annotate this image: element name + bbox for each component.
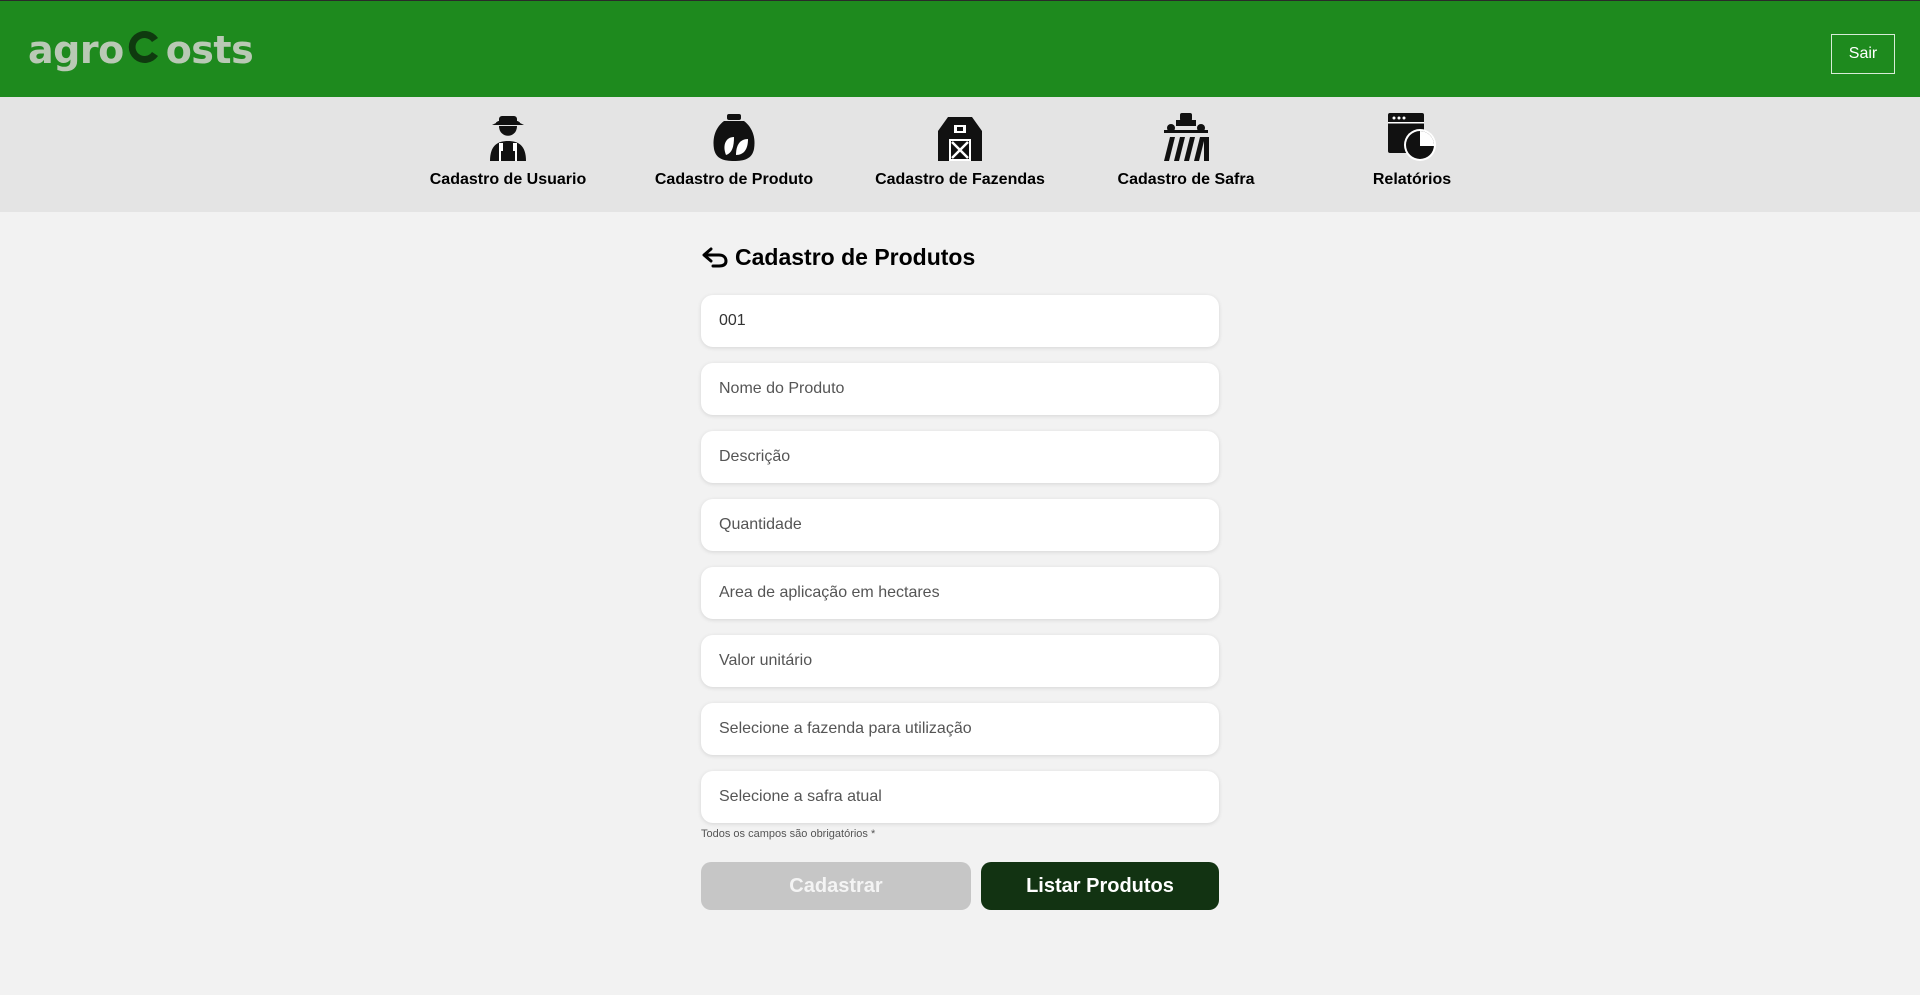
logo-text-agro: agro [28, 28, 124, 72]
logo-text-osts: osts [165, 28, 254, 72]
logo-c-icon [125, 27, 165, 67]
form-actions: Cadastrar Listar Produtos [701, 862, 1219, 910]
farm-select-field[interactable] [701, 703, 1219, 755]
form-header: Cadastro de Produtos [701, 237, 1219, 277]
unit-value-field[interactable] [701, 635, 1219, 687]
nav-item-label: Cadastro de Produto [654, 171, 814, 188]
quantity-field[interactable] [701, 499, 1219, 551]
agrocosts-logo[interactable]: agro osts [28, 27, 254, 75]
nav-item-label: Cadastro de Safra [1117, 171, 1255, 188]
harvest-select-field[interactable] [701, 771, 1219, 823]
nav-item-relatorios[interactable]: Relatórios [1317, 111, 1507, 189]
report-chart-icon [1388, 113, 1436, 161]
area-hectares-field[interactable] [701, 567, 1219, 619]
nav-item-cadastro-usuario[interactable]: Cadastro de Usuario [413, 111, 603, 189]
nav-item-label: Relatórios [1372, 171, 1452, 188]
product-code-field[interactable] [701, 295, 1219, 347]
back-arrow-icon[interactable] [701, 243, 729, 271]
main-nav: Cadastro de Usuario Cadastro de Produto … [0, 97, 1920, 212]
nav-item-label: Cadastro de Usuario [429, 171, 587, 188]
barn-icon [938, 117, 982, 161]
nav-item-cadastro-safra[interactable]: Cadastro de Safra [1091, 111, 1281, 189]
product-form: Cadastro de Produtos Todos os campos são… [701, 237, 1219, 910]
seed-bag-icon [713, 114, 755, 161]
product-name-field[interactable] [701, 363, 1219, 415]
description-field[interactable] [701, 431, 1219, 483]
nav-item-cadastro-produto[interactable]: Cadastro de Produto [639, 111, 829, 189]
nav-item-label: Cadastro de Fazendas [875, 171, 1045, 188]
top-header: agro osts Sair [0, 0, 1920, 97]
farmer-icon [490, 116, 526, 161]
register-button[interactable]: Cadastrar [701, 862, 971, 910]
tractor-field-icon [1164, 113, 1209, 161]
list-products-button[interactable]: Listar Produtos [981, 862, 1219, 910]
nav-item-cadastro-fazendas[interactable]: Cadastro de Fazendas [865, 111, 1055, 189]
logout-button[interactable]: Sair [1831, 34, 1895, 74]
required-fields-note: Todos os campos são obrigatórios * [701, 828, 876, 840]
page-title: Cadastro de Produtos [735, 243, 976, 270]
